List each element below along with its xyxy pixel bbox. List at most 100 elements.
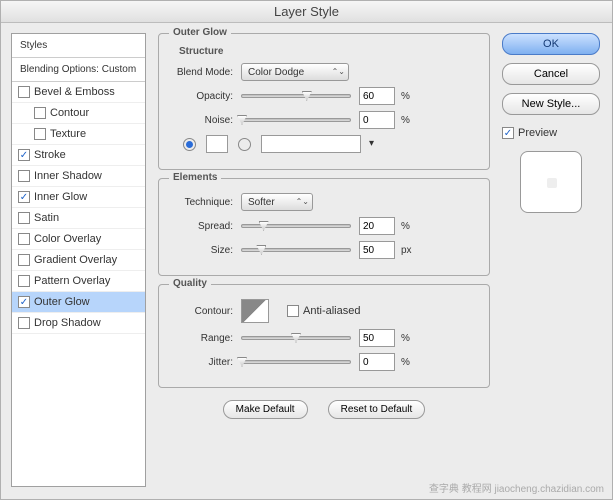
dialog-body: Styles Blending Options: Custom Bevel & … <box>1 23 612 499</box>
style-item-label: Stroke <box>34 149 66 161</box>
quality-group: Quality Contour: Anti-aliased Range: % J… <box>158 284 490 388</box>
style-item-gradient-overlay[interactable]: Gradient Overlay <box>12 250 145 271</box>
title-bar: Layer Style <box>1 1 612 23</box>
style-checkbox[interactable] <box>18 149 30 161</box>
anti-aliased-label: Anti-aliased <box>303 305 360 317</box>
opacity-input[interactable] <box>359 87 395 105</box>
technique-label: Technique: <box>169 197 241 208</box>
range-slider[interactable] <box>241 336 351 340</box>
new-style-button[interactable]: New Style... <box>502 93 600 115</box>
style-item-satin[interactable]: Satin <box>12 208 145 229</box>
contour-picker[interactable] <box>241 299 269 323</box>
blend-mode-select[interactable]: Color Dodge <box>241 63 349 81</box>
range-input[interactable] <box>359 329 395 347</box>
slider-knob-icon[interactable] <box>291 333 301 343</box>
style-item-label: Bevel & Emboss <box>34 86 115 98</box>
style-item-contour[interactable]: Contour <box>12 103 145 124</box>
quality-legend: Quality <box>169 278 211 289</box>
jitter-input[interactable] <box>359 353 395 371</box>
style-item-inner-glow[interactable]: Inner Glow <box>12 187 145 208</box>
style-item-label: Color Overlay <box>34 233 101 245</box>
style-checkbox[interactable] <box>18 170 30 182</box>
style-checkbox[interactable] <box>18 212 30 224</box>
cancel-button[interactable]: Cancel <box>502 63 600 85</box>
noise-input[interactable] <box>359 111 395 129</box>
layer-style-dialog: Layer Style Styles Blending Options: Cus… <box>0 0 613 500</box>
gradient-picker[interactable] <box>261 135 361 153</box>
anti-aliased-checkbox[interactable] <box>287 305 299 317</box>
style-checkbox[interactable] <box>18 275 30 287</box>
blend-mode-label: Blend Mode: <box>169 67 241 78</box>
style-item-inner-shadow[interactable]: Inner Shadow <box>12 166 145 187</box>
style-checkbox[interactable] <box>18 254 30 266</box>
style-item-texture[interactable]: Texture <box>12 124 145 145</box>
outer-glow-legend: Outer Glow <box>169 27 231 38</box>
style-item-bevel-emboss[interactable]: Bevel & Emboss <box>12 82 145 103</box>
preview-label: Preview <box>518 127 557 139</box>
ok-button[interactable]: OK <box>502 33 600 55</box>
spread-label: Spread: <box>169 221 241 232</box>
style-checkbox[interactable] <box>18 191 30 203</box>
style-item-pattern-overlay[interactable]: Pattern Overlay <box>12 271 145 292</box>
outer-glow-group: Outer Glow Structure Blend Mode: Color D… <box>158 33 490 170</box>
preview-checkbox[interactable] <box>502 127 514 139</box>
style-list: Bevel & Emboss Contour Texture Stroke Inner … <box>12 82 145 486</box>
jitter-slider[interactable] <box>241 360 351 364</box>
spread-input[interactable] <box>359 217 395 235</box>
contour-label: Contour: <box>169 306 241 317</box>
style-item-label: Inner Shadow <box>34 170 102 182</box>
preview-row: Preview <box>502 127 600 139</box>
style-item-label: Satin <box>34 212 59 224</box>
style-checkbox[interactable] <box>18 296 30 308</box>
slider-knob-icon[interactable] <box>302 91 312 101</box>
range-label: Range: <box>169 333 241 344</box>
style-checkbox[interactable] <box>18 317 30 329</box>
jitter-label: Jitter: <box>169 357 241 368</box>
gradient-radio[interactable] <box>238 138 251 151</box>
preview-thumbnail <box>520 151 582 213</box>
size-unit: px <box>401 245 412 256</box>
slider-knob-icon[interactable] <box>259 221 269 231</box>
style-checkbox[interactable] <box>34 107 46 119</box>
style-item-color-overlay[interactable]: Color Overlay <box>12 229 145 250</box>
opacity-label: Opacity: <box>169 91 241 102</box>
sidebar-heading-blending[interactable]: Blending Options: Custom <box>12 58 145 82</box>
color-radio[interactable] <box>183 138 196 151</box>
style-item-outer-glow[interactable]: Outer Glow <box>12 292 145 313</box>
style-item-label: Drop Shadow <box>34 317 101 329</box>
settings-panel: Outer Glow Structure Blend Mode: Color D… <box>158 33 490 487</box>
noise-unit: % <box>401 115 410 126</box>
structure-heading: Structure <box>179 46 479 57</box>
sidebar-heading-styles[interactable]: Styles <box>12 34 145 58</box>
style-checkbox[interactable] <box>18 233 30 245</box>
color-swatch[interactable] <box>206 135 228 153</box>
opacity-unit: % <box>401 91 410 102</box>
elements-legend: Elements <box>169 172 221 183</box>
size-label: Size: <box>169 245 241 256</box>
style-item-label: Inner Glow <box>34 191 87 203</box>
opacity-slider[interactable] <box>241 94 351 98</box>
size-slider[interactable] <box>241 248 351 252</box>
noise-label: Noise: <box>169 115 241 126</box>
styles-sidebar: Styles Blending Options: Custom Bevel & … <box>11 33 146 487</box>
right-panel: OK Cancel New Style... Preview <box>502 33 600 487</box>
style-item-drop-shadow[interactable]: Drop Shadow <box>12 313 145 334</box>
style-item-label: Texture <box>50 128 86 140</box>
range-unit: % <box>401 333 410 344</box>
slider-knob-icon[interactable] <box>256 245 266 255</box>
style-item-label: Pattern Overlay <box>34 275 110 287</box>
spread-slider[interactable] <box>241 224 351 228</box>
style-checkbox[interactable] <box>18 86 30 98</box>
technique-select[interactable]: Softer <box>241 193 313 211</box>
make-default-button[interactable]: Make Default <box>223 400 308 419</box>
style-item-stroke[interactable]: Stroke <box>12 145 145 166</box>
style-item-label: Gradient Overlay <box>34 254 117 266</box>
jitter-unit: % <box>401 357 410 368</box>
style-item-label: Outer Glow <box>34 296 90 308</box>
style-checkbox[interactable] <box>34 128 46 140</box>
noise-slider[interactable] <box>241 118 351 122</box>
size-input[interactable] <box>359 241 395 259</box>
reset-default-button[interactable]: Reset to Default <box>328 400 426 419</box>
style-item-label: Contour <box>50 107 89 119</box>
elements-group: Elements Technique: Softer Spread: % Siz… <box>158 178 490 276</box>
